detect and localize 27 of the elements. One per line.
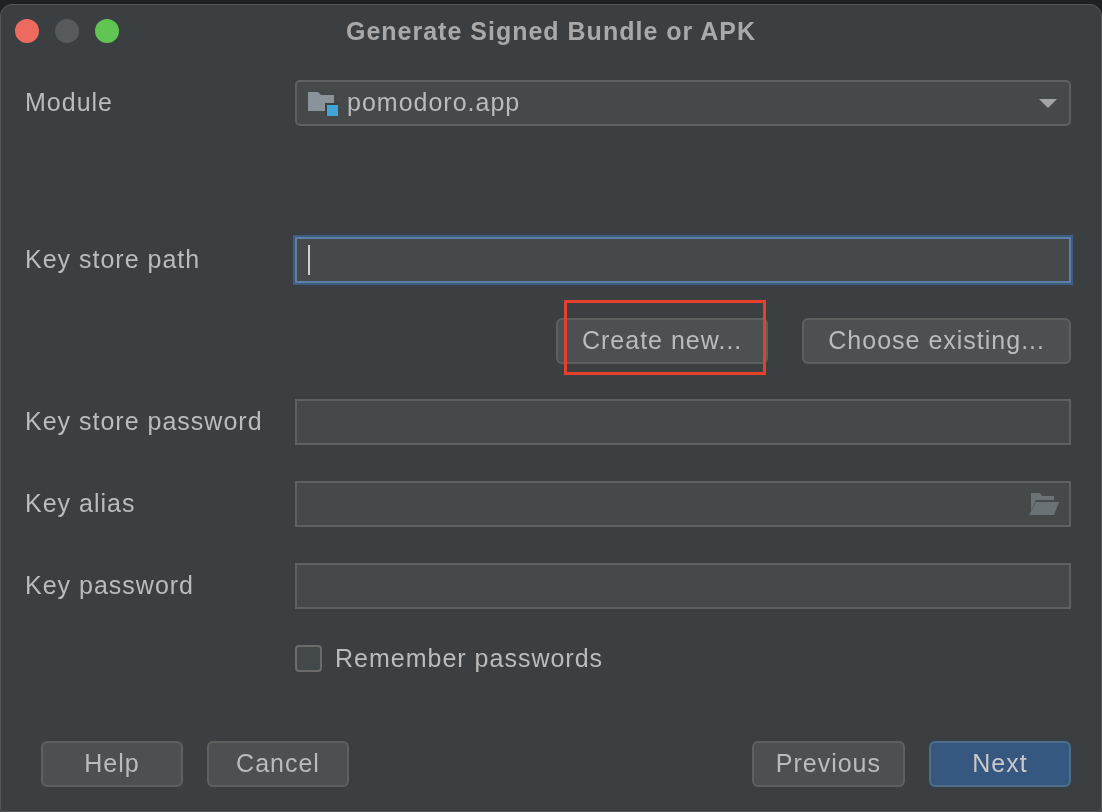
input-field[interactable] — [295, 481, 1071, 527]
module-dropdown[interactable]: pomodoro.app — [295, 80, 1071, 126]
field-label: Module — [25, 87, 114, 119]
field-label: Key store password — [25, 406, 264, 438]
field-label: Key password — [25, 570, 196, 602]
minimize-window-icon[interactable] — [55, 19, 79, 43]
module-folder-icon — [308, 90, 338, 116]
field-label: Key store path — [25, 244, 202, 276]
dialog-button[interactable]: Previous — [751, 741, 905, 787]
next-button[interactable]: Next — [929, 741, 1071, 787]
key-store-button[interactable]: Choose existing... — [802, 318, 1071, 364]
close-window-icon[interactable] — [15, 19, 39, 43]
text-caret-icon — [308, 245, 310, 275]
window-title: Generate Signed Bundle or APK — [345, 15, 757, 47]
dialog-button[interactable]: Help — [41, 741, 183, 787]
caret-down-icon — [1039, 98, 1057, 108]
field-label: Key alias — [25, 488, 137, 520]
input-field[interactable] — [295, 399, 1071, 445]
checkbox-label: Remember passwords — [335, 642, 604, 674]
key-store-button[interactable]: Create new... — [555, 318, 769, 364]
dialog-button[interactable]: Cancel — [207, 741, 349, 787]
key-store-path-field[interactable] — [295, 237, 1071, 283]
maximize-window-icon[interactable] — [95, 19, 119, 43]
checkbox[interactable] — [295, 645, 322, 672]
input-field[interactable] — [295, 563, 1071, 609]
folder-icon[interactable] — [1029, 493, 1059, 515]
module-value: pomodoro.app — [347, 87, 521, 119]
